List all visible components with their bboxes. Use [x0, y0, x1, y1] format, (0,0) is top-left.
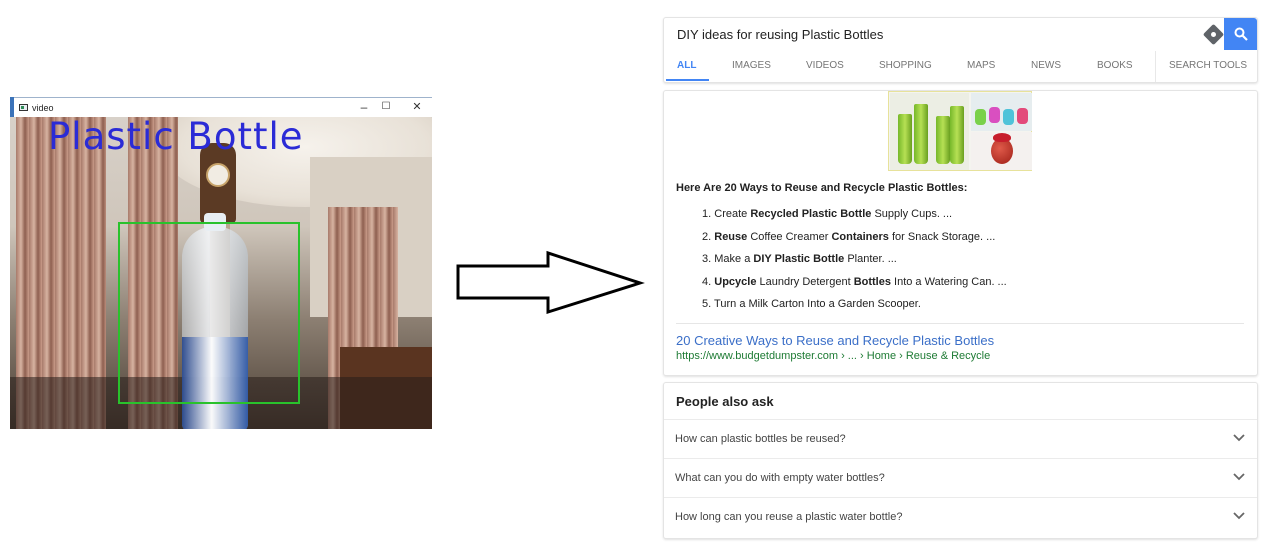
apple-container-image — [971, 132, 1032, 170]
window-app-icon — [19, 104, 28, 111]
tab-books[interactable]: BOOKS — [1097, 60, 1133, 71]
tab-news[interactable]: NEWS — [1031, 60, 1061, 71]
paa-question-text: What can you do with empty water bottles… — [675, 472, 885, 484]
tab-all[interactable]: ALL — [677, 60, 696, 71]
paa-question-text: How can plastic bottles be reused? — [675, 433, 846, 445]
paa-question[interactable]: How long can you reuse a plastic water b… — [664, 497, 1257, 537]
detection-label: Plastic Bottle — [48, 117, 304, 158]
right-arrow-icon — [456, 250, 645, 315]
list-item: 5. Turn a Milk Carton Into a Garden Scoo… — [702, 298, 921, 311]
paa-title: People also ask — [676, 394, 774, 409]
close-button[interactable]: ✕ — [409, 100, 425, 113]
snippet-divider — [676, 323, 1244, 324]
list-item: 1. Create Recycled Plastic Bottle Supply… — [702, 208, 953, 220]
paa-question-text: How long can you reuse a plastic water b… — [675, 511, 903, 523]
lens-icon[interactable] — [1202, 23, 1225, 46]
search-box: DIY ideas for reusing Plastic Bottles AL… — [663, 17, 1258, 83]
chevron-down-icon — [1233, 434, 1245, 442]
snippet-image[interactable] — [888, 91, 1032, 171]
featured-snippet: Here Are 20 Ways to Reuse and Recycle Pl… — [663, 90, 1258, 376]
video-window: video – ☐ ✕ Plastic Bottle — [10, 97, 432, 429]
search-tabs: ALL IMAGES VIDEOS SHOPPING MAPS NEWS BOO… — [664, 51, 1257, 82]
tab-shopping[interactable]: SHOPPING — [879, 60, 932, 71]
paa-question[interactable]: What can you do with empty water bottles… — [664, 458, 1257, 498]
mini-planters-image — [971, 93, 1032, 131]
search-icon — [1234, 27, 1248, 41]
tab-maps[interactable]: MAPS — [967, 60, 995, 71]
chevron-down-icon — [1233, 473, 1245, 481]
list-item: 4. Upcycle Laundry Detergent Bottles Int… — [702, 275, 1007, 288]
tab-videos[interactable]: VIDEOS — [806, 60, 844, 71]
tab-search-tools[interactable]: SEARCH TOOLS — [1169, 60, 1247, 71]
snippet-list: 1. Create Recycled Plastic Bottle Supply… — [702, 208, 1007, 321]
chevron-down-icon — [1233, 512, 1245, 520]
video-titlebar[interactable]: video – ☐ ✕ — [10, 97, 432, 117]
people-also-ask: People also ask How can plastic bottles … — [663, 382, 1258, 539]
maximize-button[interactable]: ☐ — [378, 101, 394, 112]
supply-cups-image — [890, 93, 969, 170]
paa-question[interactable]: How can plastic bottles be reused? — [664, 419, 1257, 459]
search-input[interactable]: DIY ideas for reusing Plastic Bottles — [677, 27, 883, 42]
active-tab-indicator — [666, 79, 709, 81]
tab-images[interactable]: IMAGES — [732, 60, 771, 71]
result-link[interactable]: 20 Creative Ways to Reuse and Recycle Pl… — [676, 333, 994, 348]
search-button[interactable] — [1224, 18, 1257, 50]
detection-box — [118, 222, 300, 404]
tab-separator — [1155, 51, 1156, 82]
result-url: https://www.budgetdumpster.com › ... › H… — [676, 350, 991, 362]
list-item: 3. Make a DIY Plastic Bottle Planter. ..… — [702, 253, 897, 266]
minimize-button[interactable]: – — [356, 100, 372, 114]
snippet-heading: Here Are 20 Ways to Reuse and Recycle Pl… — [676, 182, 968, 194]
video-frame: Plastic Bottle — [10, 117, 432, 429]
list-item: 2. Reuse Coffee Creamer Containers for S… — [702, 230, 996, 243]
video-window-title: video — [32, 103, 54, 113]
